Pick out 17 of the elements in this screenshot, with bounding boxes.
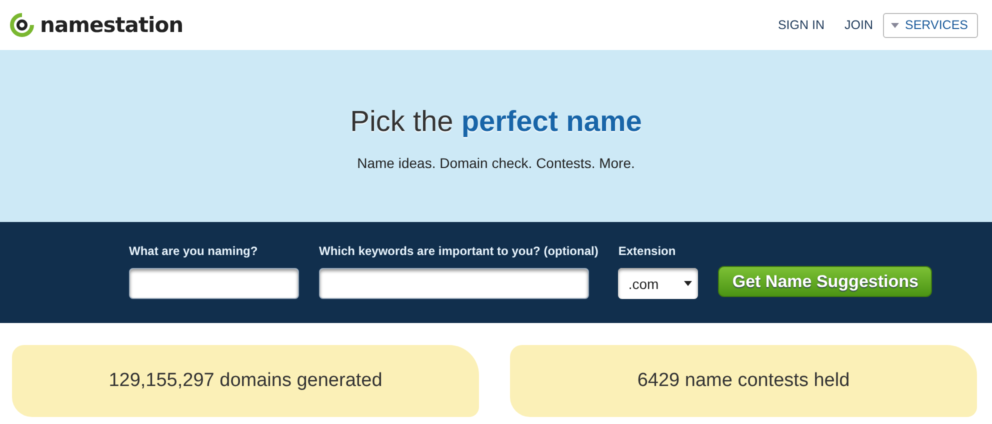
nav-link[interactable]: SIGN IN: [778, 18, 825, 32]
nav-link[interactable]: JOIN: [844, 18, 873, 32]
hero-title: Pick the perfect name: [350, 106, 642, 138]
logo-icon: [10, 13, 34, 37]
input-field[interactable]: [129, 268, 299, 299]
field-label: Extension: [618, 244, 677, 258]
field-label: Which keywords are important to you? (optional): [319, 244, 598, 258]
caret-icon: [891, 22, 899, 28]
services-dropdown[interactable]: SERVICES: [883, 12, 978, 38]
extension-select[interactable]: .com: [618, 268, 698, 299]
stat-banner: 129,155,297 domains generated: [12, 345, 479, 417]
field-label: What are you naming?: [129, 244, 259, 258]
hero-subtitle: Name ideas. Domain check. Contests. More.: [357, 154, 635, 170]
caret-icon: [684, 281, 692, 286]
logo-text: namestation: [40, 13, 184, 37]
stat-banner: 6429 name contests held: [510, 345, 977, 417]
input-field[interactable]: [319, 268, 589, 299]
